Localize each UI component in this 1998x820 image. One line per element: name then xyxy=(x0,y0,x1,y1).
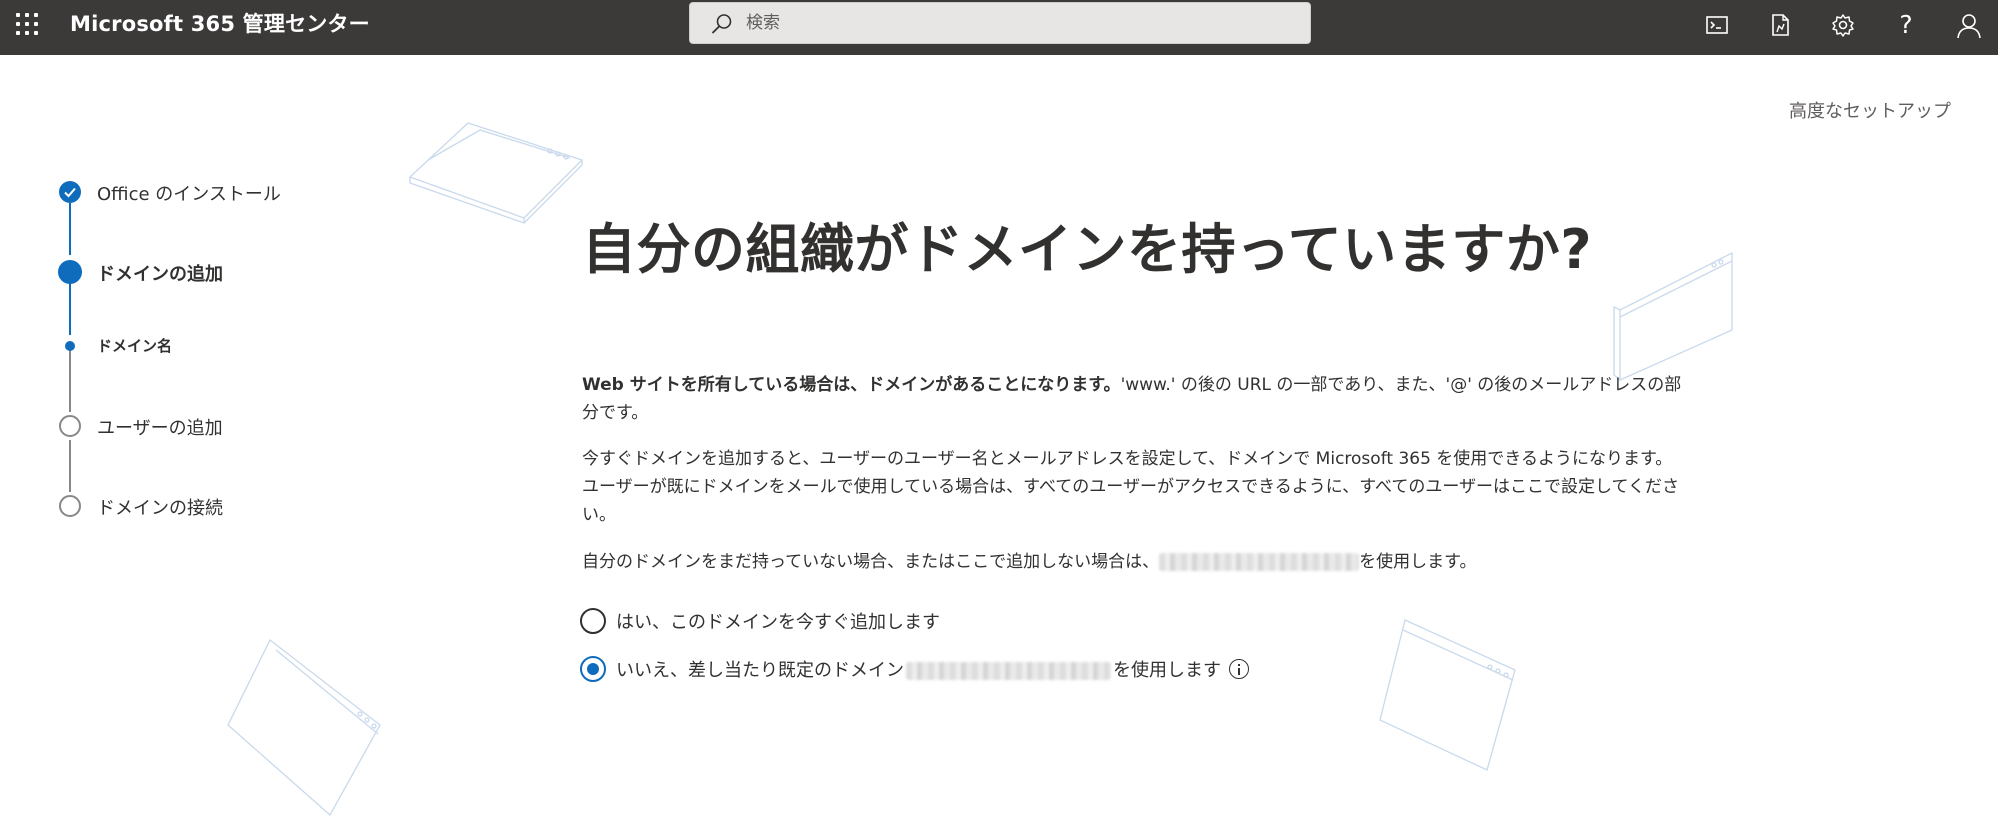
explanation-paragraph: 今すぐドメインを追加すると、ユーザーのユーザー名とメールアドレスを設定して、ドメ… xyxy=(582,449,1680,525)
substep-domain-name[interactable]: ドメイン名 xyxy=(97,335,172,356)
step-add-users[interactable]: ユーザーの追加 xyxy=(97,414,223,440)
intro-bold-text: Web サイトを所有している場合は、ドメインがあることになります。 xyxy=(582,375,1121,395)
step-pending-circle xyxy=(59,495,81,517)
search-input[interactable] xyxy=(746,8,1286,38)
search-box[interactable] xyxy=(689,2,1311,44)
waffle-icon[interactable] xyxy=(14,11,40,37)
step-pending-circle xyxy=(59,415,81,437)
document-icon[interactable] xyxy=(1765,10,1795,40)
app-title[interactable]: Microsoft 365 管理センター xyxy=(70,0,370,55)
radio-yes[interactable] xyxy=(580,608,606,634)
option-no-label: いいえ、差し当たり既定のドメイン を使用します xyxy=(616,656,1221,682)
option-no-text-after: を使用します xyxy=(1113,660,1221,681)
advanced-setup-link[interactable]: 高度なセットアップ xyxy=(1789,97,1951,123)
radio-no[interactable] xyxy=(580,656,606,682)
default-domain-text-before: 自分のドメインをまだ持っていない場合、またはここで追加しない場合は、 xyxy=(582,552,1160,572)
gear-icon[interactable] xyxy=(1828,10,1858,40)
option-no-use-default[interactable]: いいえ、差し当たり既定のドメイン を使用します xyxy=(580,654,1249,684)
intro-paragraph: Web サイトを所有している場合は、ドメインがあることになります。'www.' … xyxy=(582,371,1682,427)
step-current-dot xyxy=(58,260,82,284)
option-yes-label: はい、このドメインを今すぐ追加します xyxy=(616,612,940,633)
user-icon[interactable] xyxy=(1954,10,1984,40)
step-add-domain[interactable]: ドメインの追加 xyxy=(97,260,223,286)
step-connector xyxy=(69,440,71,492)
decorative-window-sketch xyxy=(227,639,381,817)
decorative-window-sketch xyxy=(1379,619,1516,771)
step-connector xyxy=(69,203,71,255)
decorative-window-sketch xyxy=(1613,251,1733,382)
option-no-text-before: いいえ、差し当たり既定のドメイン xyxy=(616,660,904,681)
top-bar: Microsoft 365 管理センター 検索 ? xyxy=(0,0,1998,55)
substep-dot xyxy=(65,341,75,351)
default-domain-text-after: を使用します。 xyxy=(1359,552,1477,572)
redacted-domain xyxy=(1159,553,1360,571)
option-yes-add-domain[interactable]: はい、このドメインを今すぐ追加します xyxy=(580,606,940,636)
default-domain-paragraph: 自分のドメインをまだ持っていない場合、またはここで追加しない場合は、 を使用します… xyxy=(582,548,1682,576)
info-icon[interactable] xyxy=(1229,659,1249,679)
step-connector xyxy=(69,350,71,412)
step-connect-domain[interactable]: ドメインの接続 xyxy=(97,494,223,520)
terminal-icon[interactable] xyxy=(1702,10,1732,40)
search-icon xyxy=(712,14,732,34)
step-connector xyxy=(69,283,71,335)
step-completed-check-icon xyxy=(59,181,81,203)
step-install-office[interactable]: Office のインストール xyxy=(97,180,281,206)
redacted-domain xyxy=(906,662,1111,680)
page-title: 自分の組織がドメインを持っていますか? xyxy=(582,218,1593,281)
help-icon[interactable]: ? xyxy=(1891,10,1921,40)
decorative-window-sketch xyxy=(408,122,584,224)
